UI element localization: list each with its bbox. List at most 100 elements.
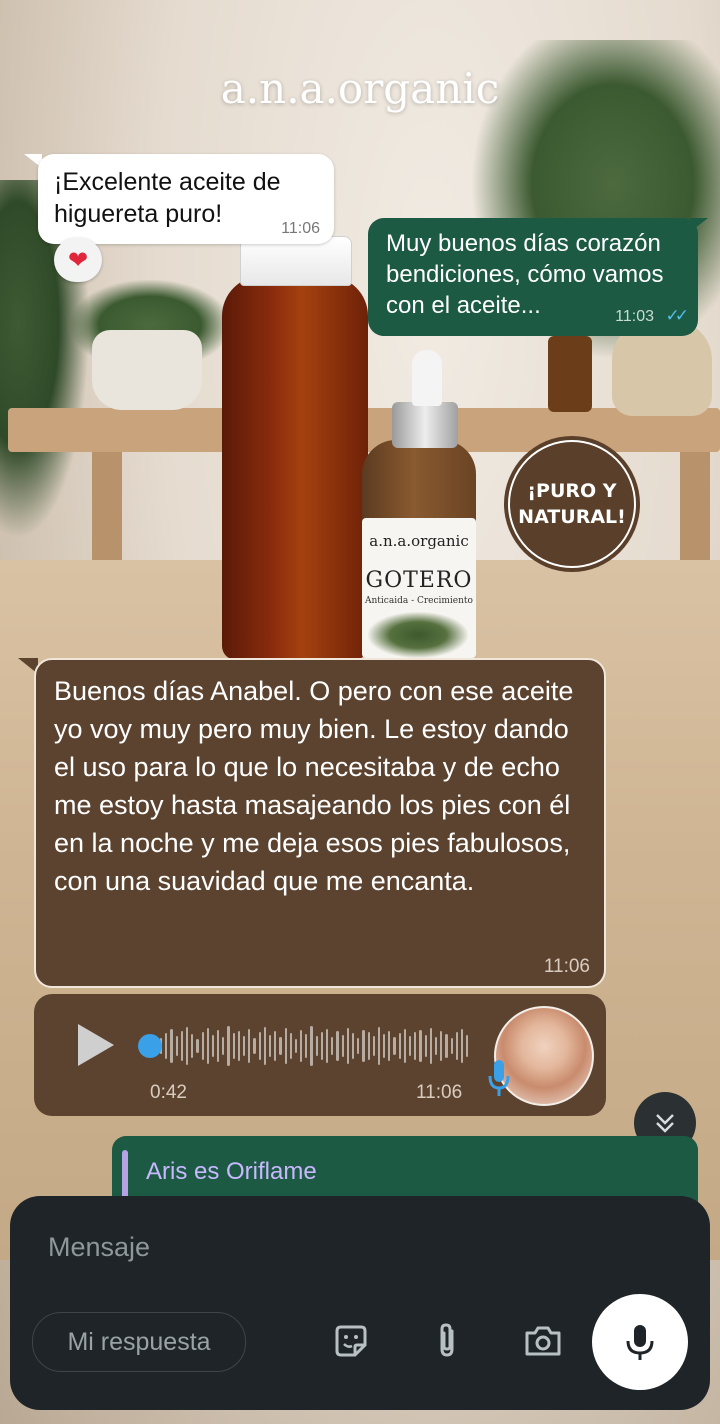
waveform-bar [424,1035,427,1057]
waveform-bar [315,1036,318,1056]
label-subtitle: Anticaida - Crecimiento [365,596,473,606]
waveform-bar [455,1032,458,1060]
waveform-bar [398,1033,401,1059]
label-product-name: GOTERO [365,568,473,593]
waveform-bar [409,1036,412,1056]
background-pot [92,330,202,410]
mic-icon [626,1325,654,1360]
waveform-bar [294,1039,298,1053]
playback-scrubber[interactable] [138,1034,162,1058]
brand-title: a.n.a.organic [220,64,500,113]
waveform-bar [429,1028,432,1064]
waveform-bar [336,1031,339,1061]
waveform-bar [232,1033,235,1059]
sticker-icon [335,1325,367,1357]
waveform-bar [419,1030,422,1062]
waveform-bar [310,1026,313,1066]
waveform-bar [274,1031,277,1061]
waveform-bar [445,1034,448,1058]
waveform-bar [326,1029,329,1063]
waveform-bar [217,1030,220,1062]
label-herbs-illustration [368,612,468,658]
waveform-bar [434,1037,438,1055]
waveform-bar [300,1030,303,1062]
waveform-bar [320,1032,323,1060]
waveform-bar [289,1033,292,1059]
attach-button[interactable] [422,1316,472,1366]
audio-waveform[interactable] [160,1024,469,1068]
quick-reply-chip[interactable]: Mi respuesta [32,1312,246,1372]
message-time: 11:06 [416,1082,463,1103]
camera-icon [525,1326,561,1356]
waveform-bar [227,1026,230,1066]
mic-icon [488,1060,510,1096]
waveform-bar [258,1032,261,1060]
heart-reaction-icon[interactable]: ❤ [54,238,102,282]
voice-message[interactable]: 0:42 11:06 [34,994,606,1116]
waveform-bar [243,1036,246,1056]
sticker-button[interactable] [326,1316,376,1366]
waveform-bar [362,1030,365,1062]
waveform-bar [372,1036,375,1056]
waveform-bar [393,1037,396,1055]
waveform-bar [403,1029,406,1063]
waveform-bar [222,1037,225,1055]
waveform-bar [346,1028,349,1064]
message-input[interactable]: Mensaje [48,1232,150,1263]
waveform-bar [331,1037,334,1055]
waveform-bar [185,1027,189,1065]
waveform-bar [440,1031,443,1061]
incoming-message[interactable]: Buenos días Anabel. O pero con ese aceit… [34,658,606,988]
label-brand: a.n.a.organic [369,532,469,550]
waveform-bar [248,1029,251,1063]
waveform-bar [414,1032,417,1060]
voice-record-button[interactable] [592,1294,688,1390]
message-time: 11:06 [281,220,320,237]
badge-line-2: NATURAL! [518,506,626,528]
waveform-bar [460,1029,464,1063]
voice-duration: 0:42 [150,1082,187,1103]
waveform-bar [196,1039,199,1053]
waveform-bar [237,1031,240,1061]
play-icon[interactable] [78,1024,114,1066]
waveform-bar [450,1038,453,1054]
waveform-bar [284,1028,287,1064]
waveform-bar [170,1029,173,1063]
outgoing-message[interactable]: Muy buenos días corazón bendiciones, cóm… [368,218,698,336]
waveform-bar [351,1033,355,1059]
incoming-message[interactable]: ¡Excelente aceite de higuereta puro! 11:… [38,154,334,244]
waveform-bar [263,1027,266,1065]
waveform-bar [367,1032,370,1060]
waveform-bar [388,1031,391,1061]
message-time: 11:06 [543,956,590,977]
waveform-bar [253,1038,256,1054]
message-text: Buenos días Anabel. O pero con ese aceit… [54,676,574,896]
waveform-bar [341,1035,344,1057]
waveform-bar [466,1035,469,1057]
message-time: 11:03 [615,308,654,325]
camera-button[interactable] [518,1316,568,1366]
message-composer: Mensaje Mi respuesta [10,1196,710,1410]
waveform-bar [279,1037,282,1055]
double-chevron-down-icon [656,1114,674,1133]
waveform-bar [175,1036,178,1056]
waveform-bar [357,1038,360,1054]
puro-natural-badge: ¡PURO Y NATURAL! [508,440,636,568]
waveform-bar [165,1033,168,1059]
waveform-bar [211,1035,215,1057]
quoted-sender-name: Aris es Oriflame [146,1158,317,1185]
product-label: a.n.a.organic GOTERO Anticaida - Crecimi… [362,518,476,658]
dropper-bulb [412,350,442,406]
waveform-bar [383,1034,386,1058]
waveform-bar [268,1035,272,1057]
waveform-bar [206,1028,209,1064]
badge-line-1: ¡PURO Y [527,480,617,502]
attach-icon [440,1323,454,1357]
waveform-bar [191,1034,194,1058]
read-ticks-icon: ✓✓ [665,306,689,325]
waveform-bar [377,1027,381,1065]
castor-oil-bottle [222,276,368,660]
background-jar [548,336,592,412]
waveform-bar [305,1034,308,1058]
waveform-bar [201,1032,204,1060]
